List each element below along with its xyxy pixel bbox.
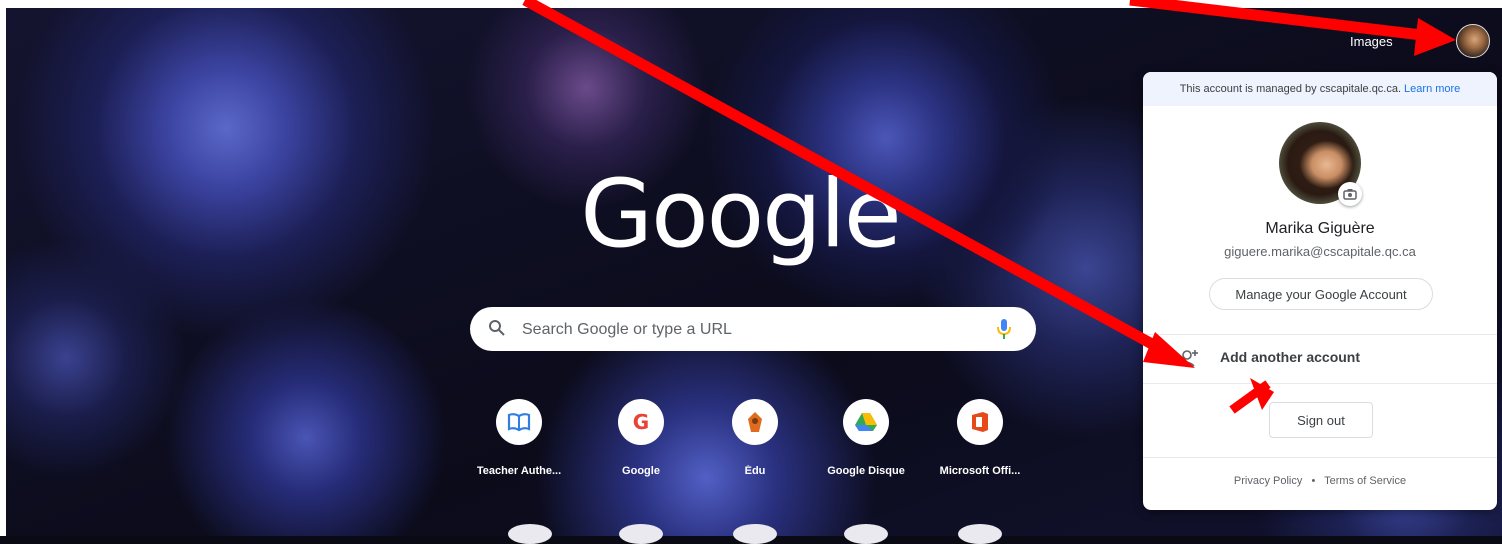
shortcut-row2-item[interactable] [844,524,888,544]
shortcut-label: Teacher Authe... [476,465,562,477]
shortcut-row2-item[interactable] [733,524,777,544]
search-box[interactable] [470,307,1036,351]
sign-out-button[interactable]: Sign out [1269,402,1373,438]
shortcut-edu[interactable]: Édu [700,393,810,477]
drive-icon [843,399,889,445]
add-account-row[interactable]: Add another account [1143,334,1497,382]
privacy-policy-link[interactable]: Privacy Policy [1234,475,1302,487]
manage-account-button[interactable]: Manage your Google Account [1209,278,1433,310]
footer-separator: • [1311,475,1316,487]
add-account-label: Add another account [1220,349,1361,365]
microphone-icon[interactable] [996,318,1012,340]
google-logo: Google [580,160,901,269]
google-g-icon: G [618,399,664,445]
divider [1143,383,1497,384]
book-icon [496,399,542,445]
search-icon [489,320,505,336]
shortcut-label: Google [622,465,660,477]
managed-text: This account is managed by [1179,83,1317,95]
edu-icon [732,399,778,445]
window-top-edge [0,0,1502,8]
camera-icon[interactable] [1338,182,1362,206]
shortcut-row2-item[interactable] [958,524,1002,544]
images-link[interactable]: Images [1350,34,1393,49]
shortcut-google[interactable]: G Google [586,393,696,477]
account-avatar-button[interactable] [1456,24,1490,58]
managed-domain: cscapitale.qc.ca. [1319,83,1402,95]
managed-account-banner: This account is managed by cscapitale.qc… [1143,72,1497,106]
add-person-icon [1179,350,1198,367]
shortcut-teacher-authentication[interactable]: Teacher Authe... [464,393,574,477]
shortcut-label: Édu [744,465,766,477]
office-icon [957,399,1003,445]
shortcut-label: Google Disque [827,465,905,477]
divider [1143,457,1497,458]
search-input[interactable] [520,315,984,345]
shortcut-row2-item[interactable] [508,524,552,544]
apps-grid-icon[interactable] [1418,36,1432,50]
account-email: giguere.marika@cscapitale.qc.ca [1224,244,1416,259]
shortcut-microsoft-office[interactable]: Microsoft Offi... [925,393,1035,477]
shortcut-google-disque[interactable]: Google Disque [811,393,921,477]
shortcut-row2-item[interactable] [619,524,663,544]
account-name: Marika Giguère [1265,220,1375,237]
account-popup: This account is managed by cscapitale.qc… [1143,72,1497,510]
terms-of-service-link[interactable]: Terms of Service [1324,475,1406,487]
popup-footer: Privacy Policy • Terms of Service [1143,475,1497,487]
shortcut-label: Microsoft Offi... [939,465,1021,477]
learn-more-link[interactable]: Learn more [1404,83,1460,95]
